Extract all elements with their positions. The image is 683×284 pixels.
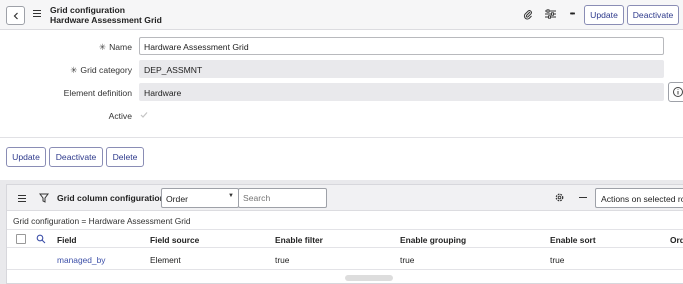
update-button[interactable]: Update: [6, 147, 46, 167]
column-header-order[interactable]: Ord: [670, 235, 683, 245]
sort-select-value: Order: [166, 194, 188, 204]
collapse-icon[interactable]: [579, 197, 587, 199]
title-table-name: Grid configuration: [50, 5, 125, 15]
cell-enable-sort: true: [550, 255, 565, 265]
cell-enable-grouping: true: [400, 255, 415, 265]
grid-category-label: ✳ Grid category: [70, 65, 132, 75]
page-title: Grid configuration Hardware Assessment G…: [50, 5, 162, 25]
breadcrumb[interactable]: Grid configuration = Hardware Assessment…: [13, 216, 191, 226]
info-icon: [673, 87, 683, 97]
cell-field-link[interactable]: managed_by: [57, 255, 105, 265]
list-menu-icon[interactable]: [18, 195, 26, 203]
cell-enable-filter: true: [275, 255, 290, 265]
reference-info-button[interactable]: [668, 82, 683, 102]
grid-category-field: DEP_ASSMNT: [139, 60, 664, 78]
select-all-checkbox[interactable]: [16, 234, 26, 244]
more-options-icon[interactable]: •••: [565, 7, 579, 21]
back-button[interactable]: [6, 6, 25, 25]
active-label: Active: [108, 111, 132, 121]
chevron-left-icon: [13, 12, 18, 19]
actions-select[interactable]: Actions on selected rows: [595, 188, 683, 208]
related-list: Grid column configurations Order ▼ Actio…: [6, 184, 683, 284]
column-header-enable-sort[interactable]: Enable sort: [550, 235, 596, 245]
column-header-row: Field Field source Enable filter Enable …: [7, 229, 683, 248]
form-header: Grid configuration Hardware Assessment G…: [0, 0, 683, 30]
filter-icon[interactable]: [39, 193, 49, 203]
related-list-title: Grid column configurations: [57, 193, 170, 203]
search-icon[interactable]: [36, 234, 46, 244]
checkmark-icon: [140, 111, 147, 118]
title-record-name: Hardware Assessment Grid: [50, 15, 162, 25]
table-row: managed_by Element true true true: [7, 248, 683, 270]
column-header-field[interactable]: Field: [57, 235, 77, 245]
required-marker-icon: ✳: [98, 42, 107, 52]
required-marker-icon: ✳: [70, 65, 78, 75]
list-search-input[interactable]: [238, 188, 327, 208]
record-form: ✳ Name Hardware Assessment Grid ✳ Grid cat…: [0, 30, 683, 137]
name-label: ✳ Name: [98, 42, 132, 52]
column-header-field-source[interactable]: Field source: [150, 235, 199, 245]
form-actions: Update Deactivate Delete: [0, 137, 683, 180]
column-header-enable-grouping[interactable]: Enable grouping: [400, 235, 466, 245]
active-checkbox[interactable]: [139, 110, 148, 119]
element-definition-field: Hardware: [139, 83, 664, 101]
cell-field-source: Element: [150, 255, 181, 265]
settings-sliders-icon[interactable]: [543, 7, 557, 21]
sort-select[interactable]: Order ▼: [161, 188, 239, 208]
gear-icon[interactable]: [554, 192, 565, 203]
deactivate-button[interactable]: Deactivate: [49, 147, 103, 167]
paperclip-icon[interactable]: [521, 7, 535, 21]
element-definition-label: Element definition: [63, 88, 132, 98]
hamburger-menu-icon[interactable]: [33, 10, 41, 19]
name-field[interactable]: Hardware Assessment Grid: [139, 37, 664, 55]
delete-button[interactable]: Delete: [106, 147, 144, 167]
chevron-down-icon: ▼: [228, 193, 234, 199]
header-deactivate-button[interactable]: Deactivate: [627, 5, 679, 25]
horizontal-scrollbar[interactable]: [345, 275, 393, 281]
header-update-button[interactable]: Update: [584, 5, 624, 25]
related-list-header: Grid column configurations Order ▼ Actio…: [7, 185, 683, 211]
column-header-enable-filter[interactable]: Enable filter: [275, 235, 323, 245]
